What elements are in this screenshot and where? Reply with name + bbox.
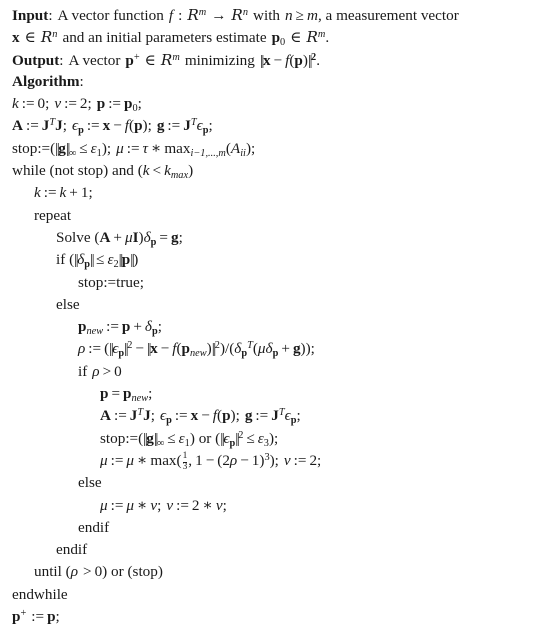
mu-else-line: μ:= μ ∗ ν; ν:= 2 ∗ ν; <box>100 496 227 514</box>
algorithm-pseudocode-block: Input: A vector function f: Rm → Rn with n ≥ m, a… <box>0 0 557 628</box>
init-line-1: k:= 0; ν:= 2; p:= p0; <box>12 95 142 115</box>
k-increment-line: k:= k +1; <box>34 184 93 202</box>
final-assign-line: p+:= p; <box>12 607 60 626</box>
if-rho-line: if ρ >0 <box>78 362 122 380</box>
algorithm-heading: Algorithm: <box>12 72 84 90</box>
mu-update-line: μ:= μ ∗ max(1 3, 1− (2ρ −1)3); ν:= 2; <box>100 450 322 472</box>
input-label: Input <box>12 7 49 24</box>
input-line-1: Input: A vector function f: Rm → Rn with n ≥ m, a… <box>12 6 459 24</box>
until-line: until (ρ >0) or (stop) <box>34 563 163 581</box>
stop-update-line: stop:=(||g||∞ ≤ ε1) or (||ϵp||2 ≤ ε3); <box>100 429 279 449</box>
input-line-2: x ∈ Rn and an initial parameters estimate p0… <box>12 28 330 49</box>
rho-assign-line: ρ:= (||ϵp||2− ||x − f(pnew)||2)/(δpT(μδp + g))… <box>78 340 315 360</box>
init-line-2: A:= JTJ; ϵp:= x − f(p); g:= JTϵp; <box>12 117 213 137</box>
repeat-line: repeat <box>34 206 72 224</box>
pnew-assign-line: pnew:= p + δp; <box>78 318 162 338</box>
algorithm-label: Algorithm <box>12 72 80 90</box>
if-delta-line: if (||δp|| ≤ ε2||p||) <box>56 251 139 271</box>
endif-outer-line: endif <box>56 541 88 559</box>
endwhile-line: endwhile <box>12 585 68 603</box>
else-inner-line: else <box>78 474 102 492</box>
endif-inner-line: endif <box>78 518 110 536</box>
while-line: while (not stop) and (k < kmax) <box>12 162 194 181</box>
else-outer-line: else <box>56 295 80 313</box>
init-line-3: stop:=(||g||∞ ≤ ε1); μ:= τ ∗ maxi−1,...,m(Aii)… <box>12 139 256 159</box>
output-line: Output: A vector p+ ∈ Rm minimizing ||x − f(p)||… <box>12 50 320 69</box>
stop-true-line: stop:=true; <box>78 273 144 291</box>
p-assign-line: p = pnew; <box>100 385 153 404</box>
output-label: Output <box>12 51 60 69</box>
solve-line: Solve (A + μI)δp = g; <box>56 228 183 248</box>
a-update-line: A:= JTJ; ϵp:= x − f(p); g:= JTϵp; <box>100 407 301 427</box>
